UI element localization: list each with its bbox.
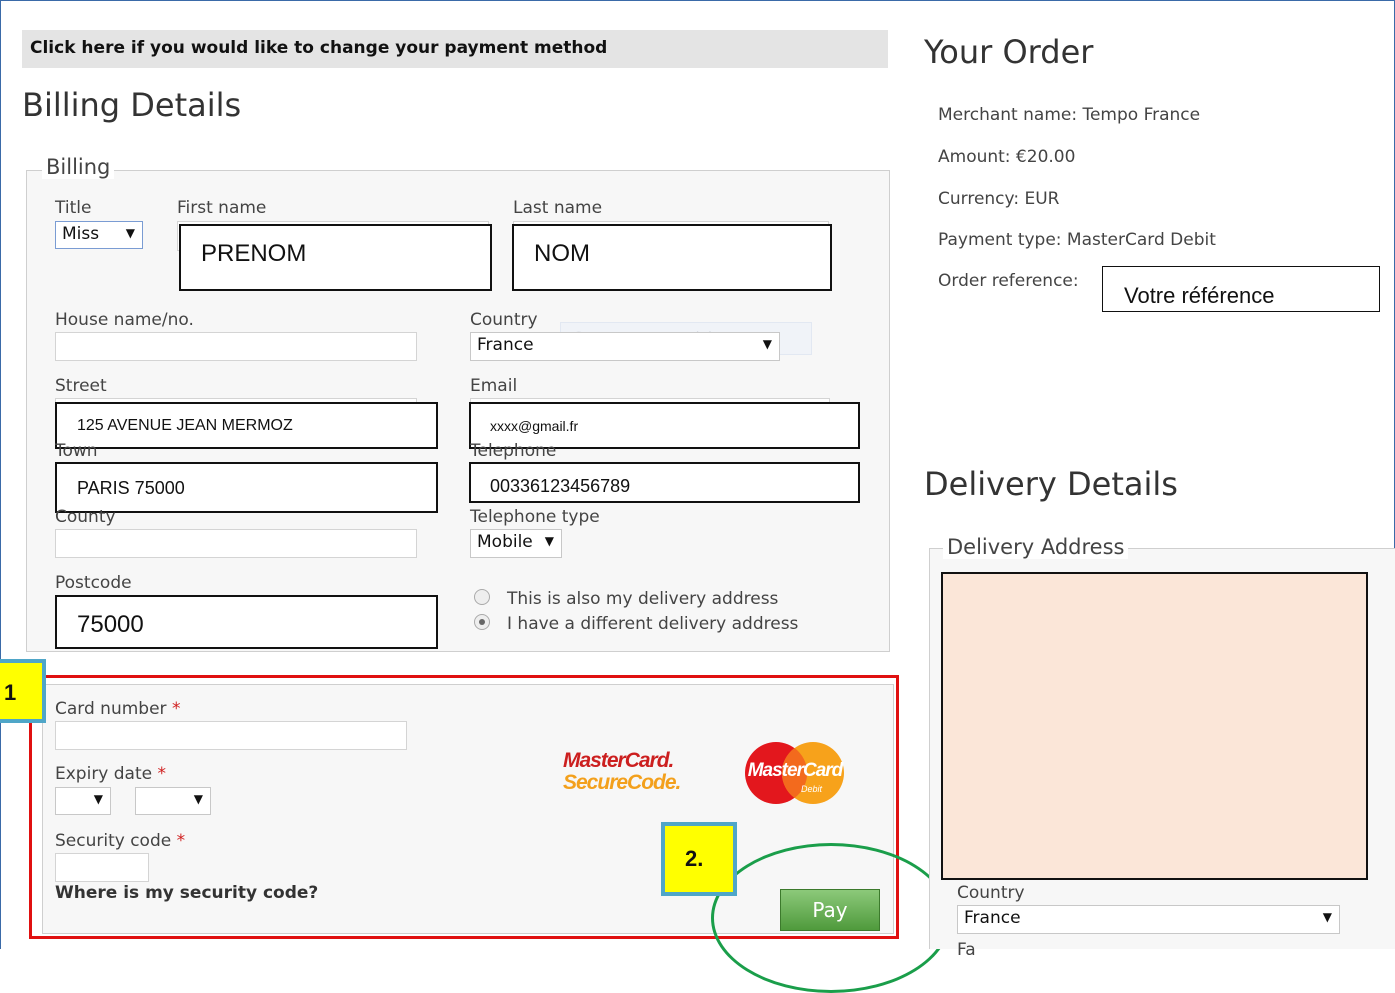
street-value: 125 AVENUE JEAN MERMOZ	[55, 402, 438, 449]
mastercard-debit-text: Debit	[801, 784, 823, 794]
county-input[interactable]	[55, 529, 417, 558]
first-name-label: First name	[177, 198, 267, 218]
mastercard-logo-text: MasterCard	[747, 760, 844, 781]
security-code-label: Security code *	[55, 831, 185, 851]
postcode-value: 75000	[55, 595, 438, 649]
change-payment-method-link[interactable]: Click here if you would like to change y…	[22, 30, 888, 68]
house-input[interactable]	[55, 332, 417, 361]
chevron-down-icon: ▼	[125, 226, 135, 240]
delivery-country-value: France	[964, 908, 1021, 928]
card-number-label-text: Card number	[55, 699, 167, 719]
chevron-down-icon: ▼	[1322, 910, 1332, 924]
chevron-down-icon: ▼	[93, 792, 103, 806]
security-code-help-link[interactable]: Where is my security code?	[55, 883, 318, 903]
expiry-label-text: Expiry date	[55, 764, 153, 784]
merchant-name: Merchant name: Tempo France	[938, 105, 1201, 125]
mastercard-debit-logo: MasterCard Debit	[743, 740, 847, 806]
different-address-radio[interactable]	[474, 614, 490, 630]
telephone-label: Telephone	[470, 441, 557, 461]
title-select-value: Miss	[62, 224, 100, 244]
title-label: Title	[55, 198, 92, 218]
email-label: Email	[470, 376, 518, 396]
expiry-date-label: Expiry date *	[55, 764, 166, 784]
country-select-value: France	[477, 335, 534, 355]
last-name-value: NOM	[512, 224, 832, 291]
title-select[interactable]: Miss ▼	[55, 221, 143, 249]
payment-type: Payment type: MasterCard Debit	[938, 230, 1216, 250]
billing-legend: Billing	[42, 155, 115, 179]
delivery-country-select[interactable]: France ▼	[957, 905, 1340, 934]
your-order-heading: Your Order	[924, 33, 1094, 71]
order-reference-label: Order reference:	[938, 271, 1079, 291]
telephone-type-select[interactable]: Mobile ▼	[470, 529, 562, 558]
security-code-input[interactable]	[55, 853, 149, 882]
securecode-line2: SecureCode.	[563, 771, 681, 794]
town-value: PARIS 75000	[55, 462, 438, 513]
expiry-year-select[interactable]: ▼	[135, 787, 211, 815]
pay-highlight-ellipse	[711, 843, 951, 993]
county-label: County	[55, 507, 116, 527]
delivery-country-label: Country	[957, 883, 1025, 903]
card-number-label: Card number *	[55, 699, 180, 719]
country-label: Country	[470, 310, 538, 330]
required-marker: *	[176, 831, 186, 851]
delivery-redaction-box	[941, 572, 1368, 880]
last-name-label: Last name	[513, 198, 603, 218]
house-label: House name/no.	[55, 310, 194, 330]
telephone-type-label: Telephone type	[470, 507, 600, 527]
delivery-next-label: Fa	[957, 940, 976, 960]
town-label: Town	[55, 441, 98, 461]
telephone-value: 00336123456789	[469, 462, 860, 503]
required-marker: *	[157, 764, 167, 784]
first-name-value: PRENOM	[179, 224, 492, 291]
order-currency: Currency: EUR	[938, 189, 1060, 209]
different-address-label: I have a different delivery address	[507, 614, 799, 634]
expiry-month-select[interactable]: ▼	[55, 787, 111, 815]
order-reference-value: Votre référence	[1102, 266, 1380, 312]
country-select[interactable]: France ▼	[470, 332, 780, 361]
securecode-line1: MasterCard.	[563, 749, 674, 772]
order-amount: Amount: €20.00	[938, 147, 1076, 167]
billing-details-heading: Billing Details	[22, 86, 242, 124]
chevron-down-icon: ▼	[193, 792, 203, 806]
delivery-details-heading: Delivery Details	[924, 465, 1178, 503]
postcode-label: Postcode	[55, 573, 132, 593]
annotation-badge-2: 2.	[661, 822, 737, 896]
chevron-down-icon: ▼	[544, 534, 554, 548]
card-number-input[interactable]	[55, 721, 407, 750]
required-marker: *	[171, 699, 181, 719]
telephone-type-value: Mobile	[477, 532, 533, 552]
annotation-badge-1: 1	[0, 659, 46, 723]
same-address-radio[interactable]	[474, 589, 490, 605]
street-label: Street	[55, 376, 107, 396]
security-label-text: Security code	[55, 831, 172, 851]
delivery-legend: Delivery Address	[943, 535, 1129, 559]
mastercard-securecode-logo: MasterCard. SecureCode.	[563, 749, 681, 796]
chevron-down-icon: ▼	[762, 337, 772, 351]
same-address-label: This is also my delivery address	[507, 589, 779, 609]
